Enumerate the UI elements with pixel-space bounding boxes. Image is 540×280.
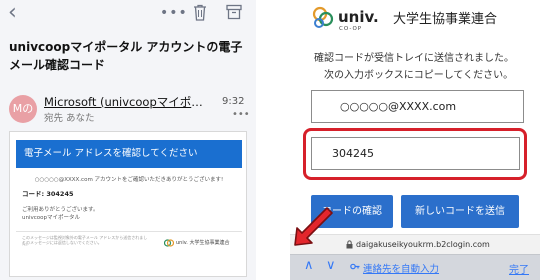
coop-logo-icon xyxy=(312,6,334,28)
verify-email-banner: 電子メール アドレスを確認してください xyxy=(16,140,242,168)
pointer-arrow-icon xyxy=(294,207,333,246)
keyboard-accessory-bar: ∧ ∨ 連絡先を自動入力 完了 xyxy=(290,254,540,280)
archive-icon[interactable] xyxy=(226,4,242,20)
trash-icon[interactable] xyxy=(193,4,207,21)
verification-code-input[interactable]: 304245 xyxy=(311,137,520,170)
footer-note: このメッセージには返信しないでください。 xyxy=(22,240,102,245)
sender-name[interactable]: Microsoft (univcoopマイポータ… xyxy=(44,94,214,110)
recipient-line: 宛先 あなた xyxy=(44,113,95,124)
page-url: daigakuseikyoukrm.b2clogin.com xyxy=(356,240,490,249)
previous-field-icon[interactable]: ∧ xyxy=(304,258,314,273)
verification-code-text: コード: 304245 xyxy=(22,190,74,198)
lock-icon xyxy=(346,240,353,249)
coop-logo-mark-icon xyxy=(164,239,174,247)
email-greeting-line: ○○○○○@XXXX.com アカウントをご確認いただきありがとうございます! xyxy=(34,177,224,183)
brand-name-japanese: 大学生協事業連合 xyxy=(393,12,498,27)
received-time: 9:32 xyxy=(222,96,245,107)
email-subject: univcoopマイポータル アカウントの電子メール確認コード xyxy=(9,40,243,72)
brand-coop-label: CO-OP xyxy=(339,26,363,32)
more-options-icon[interactable]: ••• xyxy=(160,2,188,24)
brand-name-latin: univ. xyxy=(338,8,379,26)
done-button[interactable]: 完了 xyxy=(509,261,529,276)
back-chevron-icon[interactable]: ‹ xyxy=(8,0,17,26)
coop-logo-small: univ. 大学生協事業連合 xyxy=(164,238,240,248)
email-body: 電子メール アドレスを確認してください ○○○○○@XXXX.com アカウント… xyxy=(9,131,247,277)
sender-avatar: Mの xyxy=(9,95,37,123)
mail-toolbar: ‹ ••• xyxy=(0,0,256,30)
thanks-line: ご利用ありがとうございます。 xyxy=(22,207,99,213)
autofill-contact-button[interactable]: 連絡先を自動入力 xyxy=(363,261,439,275)
email-field[interactable]: ○○○○○@XXXX.com xyxy=(311,90,524,123)
info-message-line-1: 確認コードが受信トレイに送信されました。 xyxy=(314,53,514,64)
message-more-icon[interactable]: ••• xyxy=(232,109,250,120)
mail-app-screen: ‹ ••• univcoopマイポータル アカウントの電子メール確認コード Mの… xyxy=(0,0,256,280)
coop-logo-text: univ. 大学生協事業連合 xyxy=(176,240,230,246)
send-new-code-button[interactable]: 新しいコードを送信 xyxy=(401,195,519,228)
verification-page: univ. CO-OP 大学生協事業連合 確認コードが受信トレイに送信されました… xyxy=(290,0,540,280)
signature-line: univcoopマイポータル xyxy=(22,215,81,221)
key-icon xyxy=(350,263,360,270)
sender-row[interactable]: Mの Microsoft (univcoopマイポータ… 宛先 あなた 9:32… xyxy=(0,92,256,126)
footer-divider xyxy=(16,231,242,232)
next-field-icon[interactable]: ∨ xyxy=(326,258,336,273)
info-message-line-2: 次の入力ボックスにコピーしてください。 xyxy=(324,70,514,81)
